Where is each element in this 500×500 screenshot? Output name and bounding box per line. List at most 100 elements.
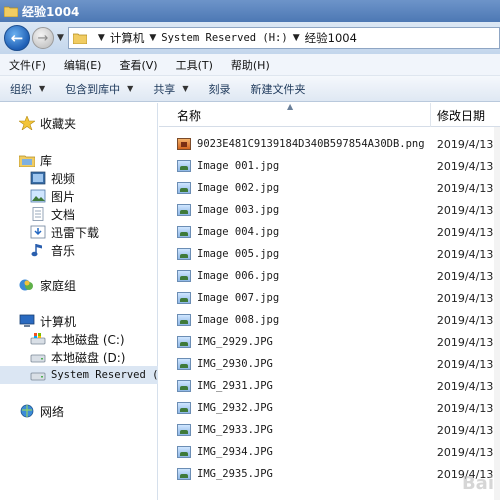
chevron-down-icon: ▼: [39, 84, 46, 93]
share-button[interactable]: 共享 ▼: [143, 81, 198, 97]
sidebar-item-homegroup[interactable]: 家庭组: [0, 276, 158, 294]
back-button[interactable]: ←: [4, 25, 30, 51]
breadcrumb-drive[interactable]: System Reserved (H:): [161, 32, 287, 44]
sidebar-item-disk-c[interactable]: 本地磁盘 (C:): [0, 330, 158, 348]
sidebar-item-documents[interactable]: 文档: [0, 205, 158, 223]
file-name: IMG_2932.JPG: [197, 402, 273, 414]
organize-button[interactable]: 组织 ▼: [0, 81, 55, 97]
jpg-image-icon: [177, 446, 191, 458]
file-date: 2019/4/13 2: [436, 401, 500, 415]
drive-icon: [30, 350, 46, 364]
jpg-image-icon: [177, 182, 191, 194]
breadcrumb-computer[interactable]: 计算机: [110, 30, 145, 46]
file-date: 2019/4/13 2: [436, 181, 500, 195]
recent-pages-dropdown[interactable]: ▼: [57, 33, 64, 43]
file-row[interactable]: Image 004.jpg 2019/4/13 2: [159, 221, 500, 243]
file-name: Image 002.jpg: [197, 182, 280, 194]
vertical-scrollbar[interactable]: [494, 127, 500, 500]
file-name: Image 006.jpg: [197, 270, 280, 282]
column-header-name-label: 名称: [177, 108, 202, 123]
chevron-down-icon[interactable]: ▼: [293, 33, 300, 43]
file-row[interactable]: IMG_2931.JPG 2019/4/13 2: [159, 375, 500, 397]
navigation-pane: 收藏夹 库 视频 图片 文档 迅雷下载 音乐 家庭组 计算机 本地磁盘 (C:)…: [0, 103, 165, 500]
file-row[interactable]: IMG_2929.JPG 2019/4/13 2: [159, 331, 500, 353]
jpg-image-icon: [177, 204, 191, 216]
menu-file[interactable]: 文件(F): [0, 57, 55, 73]
network-icon: [19, 404, 35, 418]
column-header-date[interactable]: 修改日期: [431, 103, 500, 127]
file-row[interactable]: Image 007.jpg 2019/4/13 2: [159, 287, 500, 309]
file-row[interactable]: IMG_2933.JPG 2019/4/13 2: [159, 419, 500, 441]
download-icon: [30, 225, 46, 239]
chevron-down-icon: ▼: [127, 84, 134, 93]
sidebar-label: 本地磁盘 (C:): [51, 332, 125, 347]
file-row[interactable]: IMG_2930.JPG 2019/4/13 2: [159, 353, 500, 375]
address-row: ← → ▼ ▼ 计算机 ▼ System Reserved (H:) ▼ 经验1…: [0, 22, 500, 54]
address-bar[interactable]: ▼ 计算机 ▼ System Reserved (H:) ▼ 经验1004: [67, 27, 500, 49]
file-date: 2019/4/13 2: [436, 159, 500, 173]
sidebar-item-video[interactable]: 视频: [0, 169, 158, 187]
file-row[interactable]: Image 008.jpg 2019/4/13 2: [159, 309, 500, 331]
organize-label: 组织: [10, 82, 32, 96]
file-date: 2019/4/13 2: [436, 335, 500, 349]
sidebar-item-network[interactable]: 网络: [0, 402, 158, 420]
menu-help[interactable]: 帮助(H): [222, 57, 279, 73]
file-row[interactable]: Image 003.jpg 2019/4/13 2: [159, 199, 500, 221]
forward-button[interactable]: →: [32, 27, 54, 49]
sidebar-item-computer[interactable]: 计算机: [0, 312, 158, 330]
sidebar-label: 家庭组: [40, 278, 77, 293]
menu-view[interactable]: 查看(V): [110, 57, 166, 73]
file-row[interactable]: IMG_2934.JPG 2019/4/13 2: [159, 441, 500, 463]
star-icon: [18, 115, 36, 131]
chevron-down-icon[interactable]: ▼: [98, 33, 105, 43]
chevron-down-icon[interactable]: ▼: [149, 33, 156, 43]
file-row[interactable]: IMG_2935.JPG 2019/4/13 2: [159, 463, 500, 485]
column-header-name[interactable]: ▲ 名称: [159, 103, 431, 127]
arrow-right-icon: →: [37, 30, 49, 46]
file-row[interactable]: Image 005.jpg 2019/4/13 2: [159, 243, 500, 265]
title-bar[interactable]: 经验1004: [0, 0, 500, 22]
sidebar-label: 计算机: [40, 314, 77, 329]
video-icon: [30, 171, 46, 185]
jpg-image-icon: [177, 248, 191, 260]
sidebar-item-favorites[interactable]: 收藏夹: [0, 114, 158, 132]
library-icon: [18, 153, 36, 168]
menu-tools[interactable]: 工具(T): [167, 57, 222, 73]
breadcrumb-folder[interactable]: 经验1004: [305, 30, 357, 46]
jpg-image-icon: [177, 468, 191, 480]
sidebar-item-disk-d[interactable]: 本地磁盘 (D:): [0, 348, 158, 366]
file-date: 2019/4/13 2: [436, 247, 500, 261]
sidebar-item-pictures[interactable]: 图片: [0, 187, 158, 205]
file-date: 2019/4/13 2: [436, 269, 500, 283]
file-row[interactable]: Image 002.jpg 2019/4/13 2: [159, 177, 500, 199]
drive-icon: [30, 368, 46, 382]
file-row[interactable]: Image 001.jpg 2019/4/13 2: [159, 155, 500, 177]
sidebar-item-thunder-download[interactable]: 迅雷下载: [0, 223, 158, 241]
sidebar-item-library[interactable]: 库: [0, 151, 158, 169]
file-date: 2019/4/13 2: [436, 423, 500, 437]
sidebar-item-system-reserved[interactable]: System Reserved (H: [0, 366, 165, 384]
new-folder-button[interactable]: 新建文件夹: [240, 81, 315, 97]
command-toolbar: 组织 ▼ 包含到库中 ▼ 共享 ▼ 刻录 新建文件夹: [0, 76, 500, 102]
jpg-image-icon: [177, 292, 191, 304]
menu-edit[interactable]: 编辑(E): [55, 57, 111, 73]
file-row[interactable]: IMG_2932.JPG 2019/4/13 2: [159, 397, 500, 419]
file-row[interactable]: Image 006.jpg 2019/4/13 2: [159, 265, 500, 287]
sidebar-item-music[interactable]: 音乐: [0, 241, 158, 259]
sort-ascending-icon: ▲: [287, 103, 294, 111]
burn-button[interactable]: 刻录: [198, 81, 240, 97]
sidebar-label: 库: [40, 153, 53, 168]
sidebar-label: 本地磁盘 (D:): [51, 350, 126, 365]
file-row[interactable]: 9023E481C9139184D340B597854A30DB.png 201…: [159, 133, 500, 155]
file-date: 2019/4/13 2: [436, 313, 500, 327]
include-in-library-button[interactable]: 包含到库中 ▼: [55, 81, 143, 97]
file-name: Image 008.jpg: [197, 314, 280, 326]
folder-icon: [72, 32, 88, 45]
file-name: IMG_2930.JPG: [197, 358, 273, 370]
windows-drive-icon: [30, 332, 46, 346]
sidebar-label: 音乐: [51, 243, 76, 258]
arrow-left-icon: ←: [10, 29, 24, 47]
jpg-image-icon: [177, 160, 191, 172]
file-name: Image 005.jpg: [197, 248, 280, 260]
folder-icon: [3, 5, 19, 18]
